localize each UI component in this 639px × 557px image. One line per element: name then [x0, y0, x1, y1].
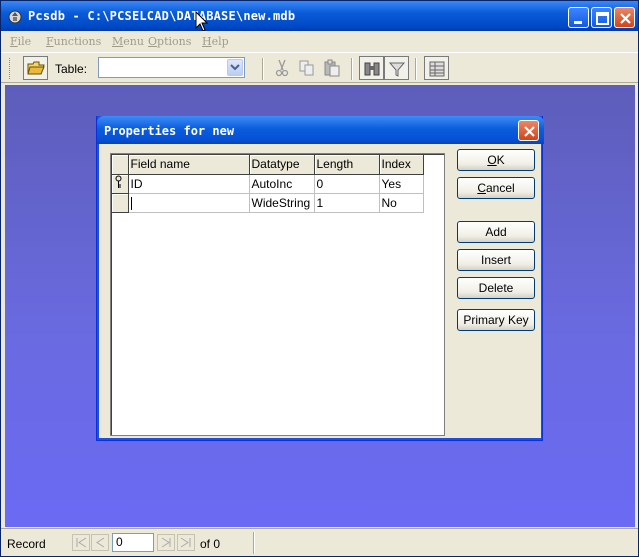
close-button[interactable]: [614, 7, 635, 28]
last-record-button[interactable]: [177, 534, 195, 551]
grid-header-row: Field name Datatype Length Index: [112, 155, 424, 175]
cancel-button[interactable]: Cancel: [457, 177, 535, 199]
menu-menu[interactable]: Menu: [112, 35, 144, 48]
key-icon: [113, 175, 124, 192]
chevron-down-icon[interactable]: [227, 59, 243, 76]
dialog-title-bar[interactable]: Properties for new: [97, 116, 544, 144]
delete-button[interactable]: Delete: [457, 277, 535, 299]
status-bar: Record 0 of 0: [1, 528, 638, 556]
column-header-length[interactable]: Length: [314, 155, 380, 175]
first-record-button[interactable]: [72, 534, 90, 551]
prev-record-button[interactable]: [91, 534, 109, 551]
cell-index[interactable]: Yes: [379, 174, 424, 194]
cell-index[interactable]: No: [379, 193, 424, 213]
primary-key-button[interactable]: Primary Key: [457, 309, 535, 331]
toolbar: Table:: [1, 52, 638, 83]
menu-options[interactable]: Options: [148, 35, 191, 48]
title-bar[interactable]: Pcsdb - C:\PCSELCAD\DATABASE\new.mdb: [1, 1, 638, 33]
menu-file[interactable]: File: [10, 35, 31, 48]
paste-button[interactable]: [320, 56, 345, 80]
copy-button[interactable]: [295, 56, 320, 80]
status-separator: [253, 532, 255, 554]
dialog-close-button[interactable]: [518, 120, 539, 141]
record-count-label: of 0: [200, 537, 221, 551]
cell-field-name-editing[interactable]: [128, 193, 250, 213]
table-row[interactable]: ID AutoInc 0 Yes: [112, 174, 424, 194]
find-button[interactable]: [359, 56, 384, 80]
toolbar-separator: [351, 58, 353, 80]
table-label: Table:: [55, 62, 88, 76]
fields-grid[interactable]: Field name Datatype Length Index ID Auto…: [110, 153, 445, 436]
fields-table: Field name Datatype Length Index ID Auto…: [112, 155, 424, 213]
next-record-button[interactable]: [157, 534, 175, 551]
column-header-field-name[interactable]: Field name: [128, 155, 250, 175]
dialog-body: Field name Datatype Length Index ID Auto…: [100, 144, 541, 438]
mouse-cursor-icon: [195, 10, 209, 33]
table-view-button[interactable]: [424, 56, 449, 80]
properties-dialog: Properties for new Field name Datatype L…: [96, 116, 544, 441]
row-indicator[interactable]: [112, 174, 129, 194]
cell-datatype[interactable]: WideString: [249, 193, 315, 213]
column-header-datatype[interactable]: Datatype: [249, 155, 315, 175]
text-caret: [130, 196, 132, 210]
ok-button[interactable]: OK: [457, 149, 535, 171]
menu-functions[interactable]: Functions: [46, 35, 101, 48]
menu-help[interactable]: Help: [202, 35, 229, 48]
insert-button[interactable]: Insert: [457, 249, 535, 271]
table-select[interactable]: [98, 57, 245, 78]
column-header-index[interactable]: Index: [379, 155, 424, 175]
cell-field-name[interactable]: ID: [128, 174, 250, 194]
toolbar-grip[interactable]: [9, 58, 12, 79]
record-label: Record: [7, 537, 46, 551]
app-icon: [7, 8, 23, 24]
cell-length[interactable]: 0: [314, 174, 380, 194]
toolbar-separator: [415, 58, 417, 80]
toolbar-separator: [262, 58, 264, 80]
window-title: Pcsdb - C:\PCSELCAD\DATABASE\new.mdb: [28, 9, 296, 23]
cut-button[interactable]: [270, 56, 295, 80]
filter-button[interactable]: [384, 56, 409, 80]
row-indicator[interactable]: [112, 193, 129, 213]
grid-corner-cell: [112, 155, 129, 175]
dialog-title: Properties for new: [104, 124, 235, 138]
open-button[interactable]: [23, 56, 48, 80]
add-button[interactable]: Add: [457, 221, 535, 243]
record-number-input[interactable]: 0: [112, 533, 154, 552]
maximize-button[interactable]: [591, 7, 612, 28]
table-row[interactable]: WideString 1 No: [112, 193, 424, 213]
minimize-button[interactable]: [568, 7, 589, 28]
cell-length[interactable]: 1: [314, 193, 380, 213]
cell-datatype[interactable]: AutoInc: [249, 174, 315, 194]
menu-bar: File Functions Menu Options Help: [1, 31, 638, 52]
